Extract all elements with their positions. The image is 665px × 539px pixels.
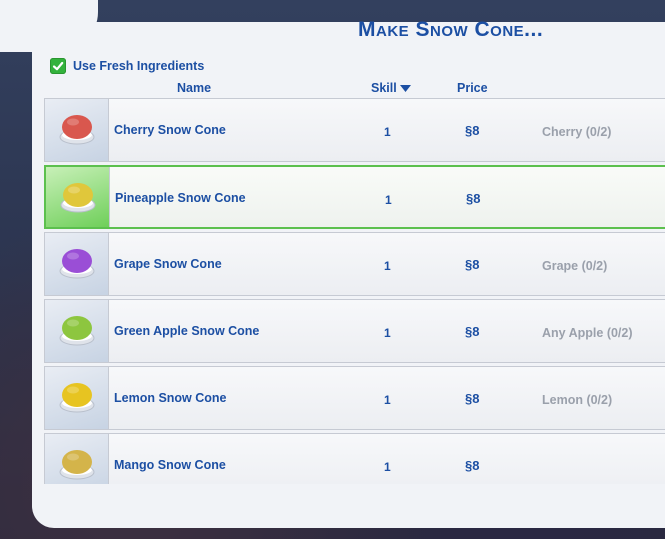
recipe-skill: 1 — [385, 193, 392, 207]
snow-cone-thumbnail — [46, 167, 110, 227]
recipe-ingredient: Lemon (0/2) — [542, 393, 613, 407]
recipe-ingredient: Cherry (0/2) — [542, 125, 612, 139]
recipe-row[interactable]: Pineapple Snow Cone 1 §8 — [44, 165, 665, 229]
column-header-price: Price — [457, 81, 488, 95]
column-header-skill[interactable]: Skill — [371, 81, 411, 95]
recipe-name: Grape Snow Cone — [114, 257, 222, 271]
snow-cone-thumbnail — [45, 300, 109, 362]
recipe-price: §8 — [465, 257, 480, 272]
recipe-skill: 1 — [384, 125, 391, 139]
recipe-price: §8 — [465, 123, 480, 138]
recipe-row[interactable]: Green Apple Snow Cone 1 §8 Any Apple (0/… — [44, 299, 665, 363]
recipe-skill: 1 — [384, 393, 391, 407]
snow-cone-icon — [60, 183, 96, 213]
recipe-row[interactable]: Lemon Snow Cone 1 §8 Lemon (0/2) — [44, 366, 665, 430]
recipe-skill: 1 — [384, 326, 391, 340]
recipe-ingredient: Any Apple (0/2) — [542, 326, 633, 340]
recipe-price: §8 — [465, 391, 480, 406]
snow-cone-thumbnail — [45, 99, 109, 161]
recipe-list: Cherry Snow Cone 1 §8 Cherry (0/2) Pinea… — [44, 98, 665, 484]
recipe-row[interactable]: Mango Snow Cone 1 §8 — [44, 433, 665, 484]
recipe-price: §8 — [465, 458, 480, 473]
recipe-ingredient: Grape (0/2) — [542, 259, 608, 273]
sort-descending-icon — [399, 84, 411, 92]
snow-cone-icon — [59, 316, 95, 346]
column-header-name: Name — [177, 81, 212, 95]
recipe-skill: 1 — [384, 460, 391, 474]
snow-cone-icon — [59, 450, 95, 480]
fresh-ingredients-label: Use Fresh Ingredients — [73, 59, 205, 73]
recipe-name: Pineapple Snow Cone — [115, 191, 246, 205]
recipe-name: Cherry Snow Cone — [114, 123, 226, 137]
fresh-ingredients-toggle[interactable]: Use Fresh Ingredients — [50, 58, 204, 74]
dialog-title: Make Snow Cone... — [358, 18, 544, 41]
recipe-skill: 1 — [384, 259, 391, 273]
checkbox-checked-icon[interactable] — [50, 58, 66, 74]
snow-cone-icon — [59, 249, 95, 279]
snow-cone-icon — [59, 115, 95, 145]
recipe-name: Green Apple Snow Cone — [114, 324, 260, 338]
snow-cone-thumbnail — [45, 233, 109, 295]
recipe-name: Mango Snow Cone — [114, 458, 226, 472]
recipe-price: §8 — [466, 191, 481, 206]
snow-cone-icon — [59, 383, 95, 413]
recipe-price: §8 — [465, 324, 480, 339]
snow-cone-thumbnail — [45, 434, 109, 484]
recipe-row[interactable]: Grape Snow Cone 1 §8 Grape (0/2) — [44, 232, 665, 296]
snow-cone-thumbnail — [45, 367, 109, 429]
recipe-name: Lemon Snow Cone — [114, 391, 227, 405]
column-header-skill-label: Skill — [371, 81, 397, 95]
recipe-row[interactable]: Cherry Snow Cone 1 §8 Cherry (0/2) — [44, 98, 665, 162]
